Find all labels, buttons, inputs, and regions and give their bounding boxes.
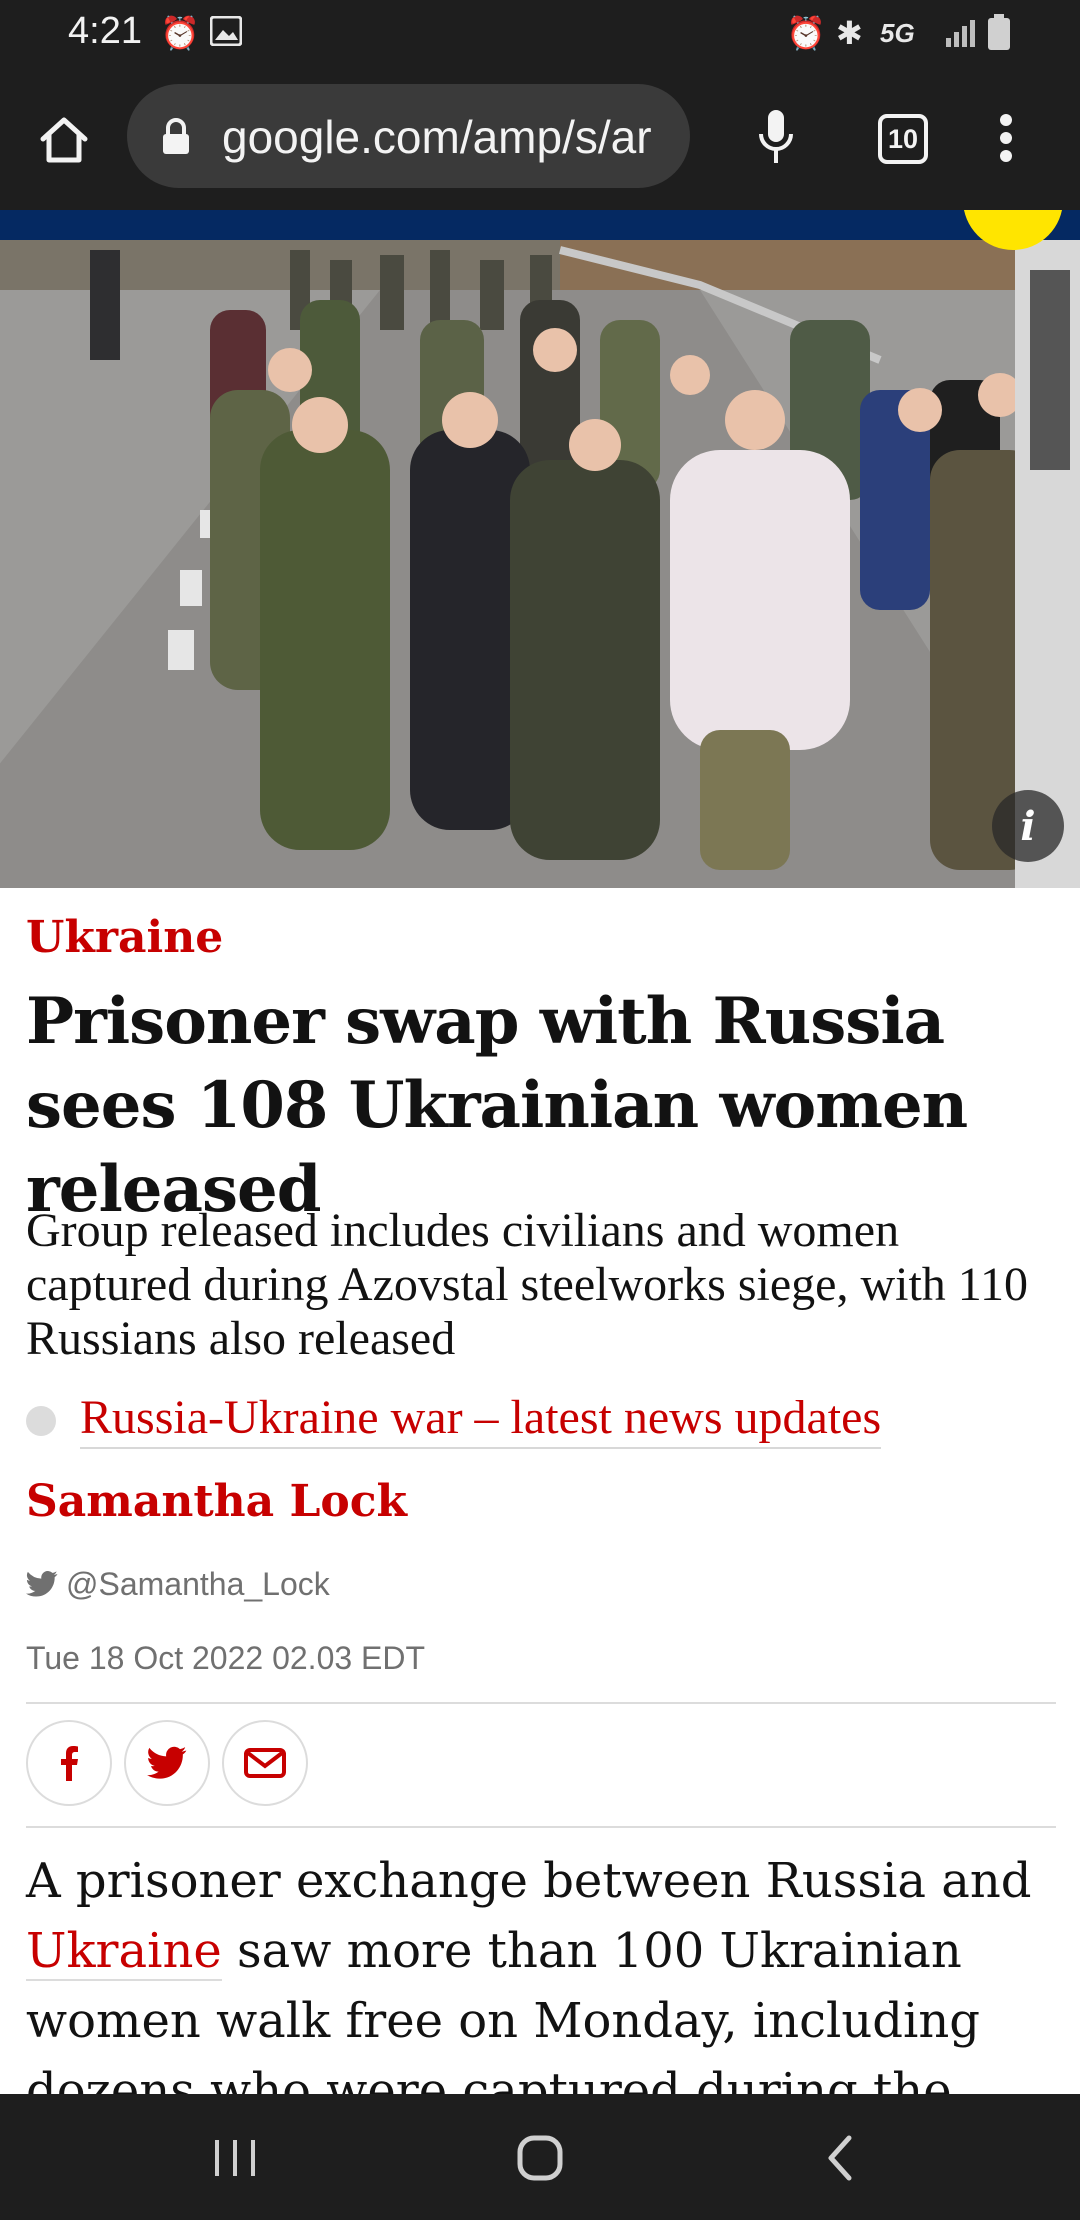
home-button[interactable] bbox=[28, 104, 100, 176]
url-text: google.com/amp/s/ar bbox=[222, 111, 652, 163]
recent-apps-icon bbox=[215, 2140, 255, 2176]
bluetooth-icon: ✱ bbox=[836, 15, 863, 51]
twitter-handle: @Samantha_Lock bbox=[66, 1566, 330, 1602]
share-facebook-button[interactable] bbox=[26, 1720, 112, 1806]
lock-icon bbox=[163, 118, 189, 154]
body-text-start: A prisoner exchange between Russia and bbox=[26, 1853, 1032, 1909]
alarm-icon: ⏰ bbox=[786, 15, 826, 51]
network-type: 5G bbox=[880, 18, 915, 48]
live-indicator-icon bbox=[26, 1406, 56, 1436]
signal-icon bbox=[946, 20, 975, 47]
article-standfirst: Group released includes civilians and wo… bbox=[26, 1204, 1028, 1365]
site-nav-strip bbox=[0, 210, 1080, 240]
voice-search-button[interactable] bbox=[740, 98, 812, 178]
author-byline[interactable]: Samantha Lock bbox=[26, 1476, 407, 1527]
article-headline: Prisoner swap with Russia sees 108 Ukrai… bbox=[26, 984, 968, 1227]
live-updates-row: Russia-Ukraine war – latest news updates bbox=[26, 1390, 1066, 1450]
more-vert-icon bbox=[1000, 114, 1012, 162]
url-bar[interactable]: google.com/amp/s/ar bbox=[127, 84, 690, 188]
publish-date: Tue 18 Oct 2022 02.03 EDT bbox=[26, 1640, 426, 1676]
status-time: 4:21 bbox=[68, 10, 142, 52]
home-nav-icon bbox=[517, 2135, 563, 2181]
microphone-icon bbox=[759, 110, 793, 163]
divider bbox=[26, 1826, 1056, 1828]
share-twitter-button[interactable] bbox=[124, 1720, 210, 1806]
tab-switcher-button[interactable]: 10 bbox=[878, 114, 928, 164]
browser-toolbar: google.com/amp/s/ar 10 bbox=[0, 66, 1080, 210]
more-menu-button[interactable] bbox=[976, 102, 1036, 174]
system-nav-bar bbox=[0, 2094, 1080, 2220]
article-hero-image[interactable]: i bbox=[0, 210, 1080, 888]
recent-apps-button[interactable] bbox=[200, 2134, 270, 2182]
status-bar: 4:21 ⏰ ⏰ ✱ 5G bbox=[0, 0, 1080, 66]
battery-icon bbox=[988, 14, 1010, 50]
back-icon bbox=[828, 2135, 852, 2181]
body-link-ukraine[interactable]: Ukraine bbox=[26, 1923, 222, 1981]
alarm-icon: ⏰ bbox=[160, 15, 200, 51]
divider bbox=[26, 1702, 1056, 1704]
email-icon bbox=[244, 1748, 286, 1778]
facebook-icon bbox=[61, 1746, 78, 1781]
back-button[interactable] bbox=[810, 2134, 870, 2182]
image-info-button[interactable]: i bbox=[992, 790, 1064, 862]
share-email-button[interactable] bbox=[222, 1720, 308, 1806]
home-nav-button[interactable] bbox=[505, 2134, 575, 2182]
twitter-icon bbox=[26, 1571, 58, 1597]
home-icon bbox=[40, 117, 88, 163]
hero-photo bbox=[0, 240, 1080, 888]
section-label[interactable]: Ukraine bbox=[26, 912, 223, 963]
live-updates-link[interactable]: Russia-Ukraine war – latest news updates bbox=[80, 1390, 882, 1449]
twitter-icon bbox=[147, 1746, 187, 1779]
gallery-icon bbox=[210, 16, 242, 46]
